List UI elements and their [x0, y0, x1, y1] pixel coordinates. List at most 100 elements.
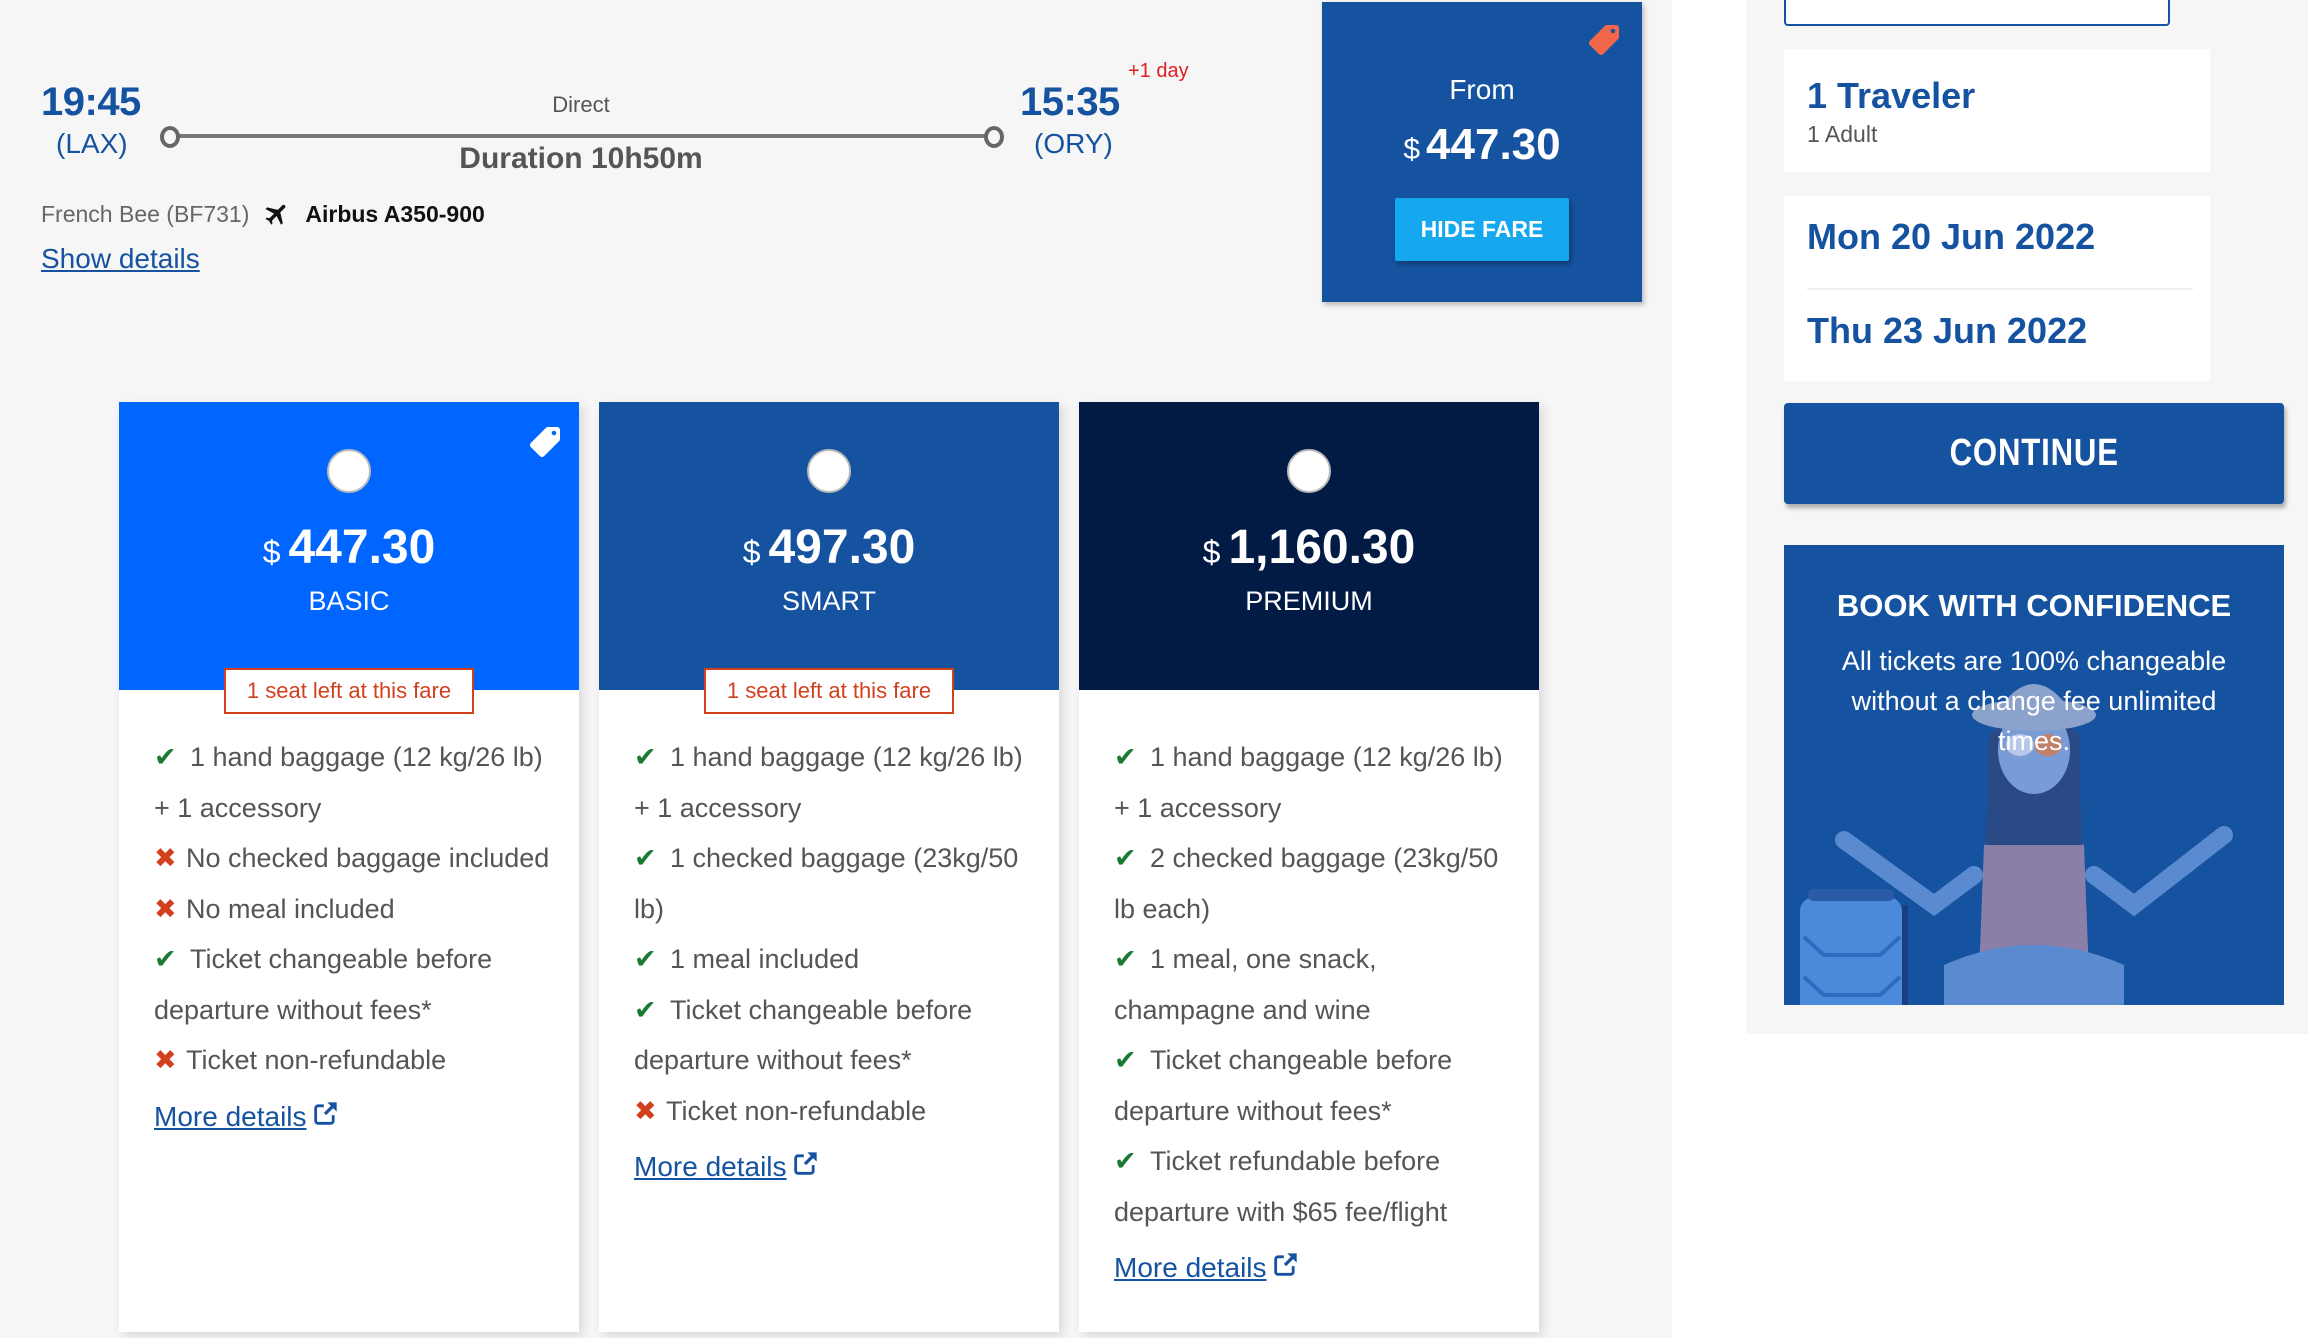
lowest-fare-price: $447.30 [1322, 120, 1642, 170]
feature-item: ✖ Ticket non-refundable [634, 1086, 1035, 1137]
check-icon: ✔ [1114, 944, 1137, 974]
currency-symbol: $ [742, 534, 761, 570]
cross-icon: ✖ [154, 893, 177, 924]
check-icon: ✔ [1114, 742, 1137, 772]
confidence-text: All tickets are 100% changeable without … [1841, 646, 2227, 756]
cross-icon: ✖ [154, 1045, 177, 1075]
departure-date[interactable]: Mon 20 Jun 2022 [1807, 216, 2095, 258]
dates-divider [1807, 288, 2193, 290]
check-icon: ✔ [1114, 843, 1137, 873]
more-details-label: More details [1114, 1252, 1267, 1283]
continue-label: CONTINUE [1949, 432, 2119, 474]
hide-fare-button[interactable]: HIDE FARE [1395, 198, 1569, 261]
feature-item: ✔ 1 checked baggage (23kg/50 lb) [634, 833, 1035, 934]
fare-name: PREMIUM [1245, 586, 1373, 616]
more-details-link[interactable]: More details [154, 1092, 339, 1143]
destination-dot-icon [984, 126, 1004, 148]
plane-icon [263, 200, 291, 228]
fare-card-header: $1,160.30 PREMIUM [1079, 402, 1539, 690]
check-icon: ✔ [1114, 1045, 1137, 1075]
feature-item: ✔ 2 checked baggage (23kg/50 lb each) [1114, 833, 1515, 934]
currency-symbol: $ [1202, 534, 1221, 570]
feature-item: ✖ No meal included [154, 884, 555, 935]
feature-text: 1 meal, one snack, champagne and wine [1114, 944, 1377, 1025]
arrival-airport-code: (ORY) [1034, 128, 1113, 159]
feature-text: No meal included [186, 893, 395, 924]
airline-flight-number: French Bee (BF731) [41, 200, 250, 227]
more-details-row: More details [1114, 1237, 1515, 1294]
fare-name: BASIC [308, 586, 390, 616]
fare-card-premium[interactable]: $1,160.30 PREMIUM ✔ 1 hand baggage (12 kg… [1079, 402, 1539, 1332]
feature-item: ✔ 1 hand baggage (12 kg/26 lb) + 1 access… [634, 732, 1035, 833]
more-details-row: More details [154, 1086, 555, 1143]
more-details-row: More details [634, 1136, 1035, 1193]
departure-time: 19:45 [41, 80, 141, 124]
flight-duration: Duration 10h50m [459, 142, 703, 175]
check-icon: ✔ [1114, 1146, 1137, 1176]
check-icon: ✔ [154, 742, 177, 772]
more-details-link[interactable]: More details [634, 1142, 819, 1193]
check-icon: ✔ [634, 843, 657, 873]
book-with-confidence-banner: BOOK WITH CONFIDENCE All tickets are 100… [1784, 545, 2284, 1005]
fare-card-smart[interactable]: $497.30 SMART 1 seat left at this fare ✔… [599, 402, 1059, 1332]
currency-symbol: $ [262, 534, 281, 570]
travelers-count: 1 Traveler [1807, 75, 1976, 116]
flight-info-row: French Bee (BF731) Airbus A350-900 [41, 200, 485, 228]
fare-select-radio[interactable] [1287, 449, 1331, 493]
timeline-line [174, 134, 990, 138]
seats-left-badge: 1 seat left at this fare [224, 668, 474, 714]
tag-icon [1589, 25, 1619, 55]
fare-card-basic[interactable]: $447.30 BASIC 1 seat left at this fare ✔… [119, 402, 579, 1332]
fare-name: SMART [781, 586, 876, 616]
show-details-link[interactable]: Show details [41, 243, 200, 275]
feature-text: 1 hand baggage (12 kg/26 lb) + 1 accesso… [1114, 742, 1503, 823]
more-details-link[interactable]: More details [1114, 1243, 1299, 1294]
return-date[interactable]: Thu 23 Jun 2022 [1807, 310, 2087, 352]
feature-item: ✖ No checked baggage included [154, 833, 555, 884]
feature-text: Ticket non-refundable [666, 1095, 927, 1126]
feature-text: Ticket changeable before departure witho… [154, 944, 493, 1025]
travelers-summary[interactable]: 1 Traveler 1 Adult [1784, 49, 2210, 172]
feature-item: ✔ 1 meal, one snack, champagne and wine [1114, 934, 1515, 1035]
feature-text: Ticket changeable before departure witho… [1114, 1045, 1453, 1126]
check-icon: ✔ [634, 994, 657, 1025]
external-link-icon [313, 1101, 337, 1125]
from-label: From [1449, 74, 1515, 105]
tag-icon [530, 427, 560, 457]
feature-text: Ticket non-refundable [186, 1045, 447, 1075]
confidence-title: BOOK WITH CONFIDENCE [1836, 588, 2232, 623]
fare-select-radio[interactable] [327, 449, 371, 493]
feature-text: No checked baggage included [186, 843, 550, 873]
feature-item: ✖ Ticket non-refundable [154, 1035, 555, 1086]
external-link-icon [793, 1152, 817, 1175]
stops-label: Direct [552, 92, 610, 117]
feature-text: 2 checked baggage (23kg/50 lb each) [1114, 843, 1499, 924]
check-icon: ✔ [154, 944, 177, 974]
feature-item: ✔ Ticket changeable before departure with… [1114, 1035, 1515, 1136]
price-amount: 497.30 [768, 521, 916, 574]
feature-item: ✔ 1 meal included [634, 934, 1035, 985]
feature-item: ✔ 1 hand baggage (12 kg/26 lb) + 1 access… [1114, 732, 1515, 833]
check-icon: ✔ [634, 944, 657, 974]
feature-text: 1 checked baggage (23kg/50 lb) [634, 843, 1019, 924]
check-icon: ✔ [634, 742, 657, 772]
fare-features-list: ✔ 1 hand baggage (12 kg/26 lb) + 1 access… [1114, 732, 1515, 1294]
fare-features-list: ✔ 1 hand baggage (12 kg/26 lb) + 1 access… [634, 732, 1035, 1193]
day-offset-badge: +1 day [1128, 60, 1189, 82]
more-details-label: More details [154, 1100, 307, 1132]
feature-text: 1 meal included [670, 944, 860, 974]
fare-select-radio[interactable] [807, 449, 851, 493]
travelers-detail: 1 Adult [1807, 121, 1878, 147]
fare-price: $1,160.30 [1079, 520, 1539, 575]
arrival-time: 15:35 [1020, 80, 1120, 124]
currency-symbol: $ [1403, 133, 1421, 166]
continue-button[interactable]: CONTINUE [1784, 403, 2284, 504]
seats-left-badge: 1 seat left at this fare [704, 668, 954, 714]
fare-price: $447.30 [119, 520, 579, 575]
feature-item: ✔ Ticket changeable before departure with… [154, 934, 555, 1035]
search-summary-field[interactable] [1784, 0, 2170, 26]
feature-item: ✔ Ticket refundable before departure with… [1114, 1136, 1515, 1237]
travel-dates-summary: Mon 20 Jun 2022 Thu 23 Jun 2022 [1784, 196, 2210, 381]
price-amount: 447.30 [1426, 120, 1561, 169]
feature-text: 1 hand baggage (12 kg/26 lb) + 1 accesso… [634, 742, 1023, 823]
